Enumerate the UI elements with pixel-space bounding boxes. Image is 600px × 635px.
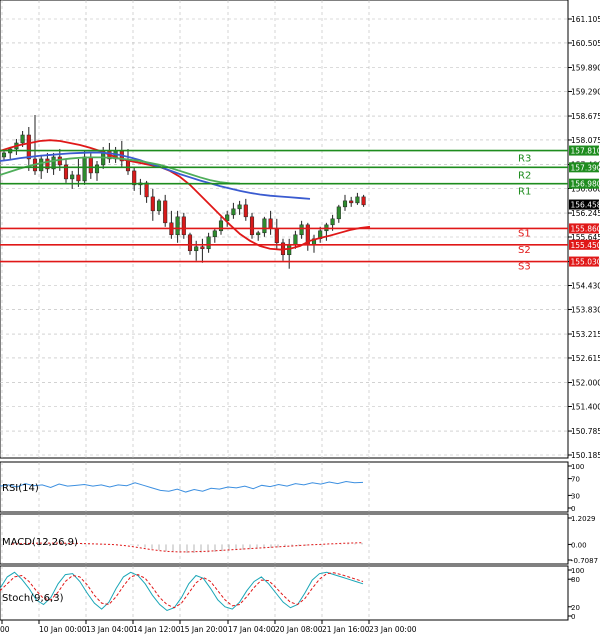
candle-up [212,230,217,238]
x-tick-label: 13 Jan 04:00 [86,625,134,634]
x-tick-label: 23 Jan 00:00 [369,625,417,634]
x-tick-label: 14 Jan 12:00 [133,625,181,634]
candle-up [299,224,304,236]
x-tick-label: 00 [0,625,10,634]
candle-up [194,246,199,252]
chart-root: 161.105 160.505 159.890 159.290 158.675 158.0… [0,0,600,635]
candle-up [20,134,25,144]
stoch-y-tick-label: 0 [571,613,575,621]
candle-down [243,204,248,218]
price-y-tick-label: 156.245 [571,209,600,218]
price-y-tick-label: 153.215 [571,330,600,339]
candle-down [88,156,93,174]
candle-up [206,236,211,250]
x-tick-label: 17 Jan 04:00 [228,625,276,634]
candle-down [361,196,366,206]
x-tick-label: 15 Jan 20:00 [180,625,228,634]
level-name-s3: S3 [518,262,531,273]
candle-up [156,200,162,212]
candle-down [249,216,255,236]
rsi-y-tick-label: 0 [571,505,575,513]
candle-up [231,208,236,216]
candle-up [355,196,360,204]
level-price-label-r2: 157.390 [571,163,600,172]
candle-down [200,246,205,250]
price-y-tick-label: 158.675 [571,112,600,121]
stoch-panel-frame [0,565,569,621]
stoch-y-tick-label: 100 [571,567,584,575]
price-y-tick-label: 160.505 [571,39,600,48]
candle-down [187,234,193,252]
level-price-label-s2: 155.450 [571,241,600,250]
candle-down [26,134,31,160]
candle-down [274,228,279,244]
rsi-y-tick-label: 70 [571,476,580,484]
macd-panel-frame [0,513,569,565]
candle-up [82,156,87,182]
level-name-s2: S2 [518,245,531,256]
level-name-s1: S1 [518,228,531,239]
stoch-label: Stoch(9,6,3) [2,593,64,604]
candle-up [336,206,341,220]
candle-up [1,152,7,158]
price-y-tick-label: 159.290 [571,87,600,96]
price-y-tick-label: 159.890 [571,64,600,73]
candle-down [349,200,354,204]
price-y-tick-label: 152.615 [571,354,600,363]
level-price-label-s1: 155.860 [571,224,600,233]
candle-up [39,158,44,172]
macd-y-tick-label: 1.2029 [571,515,596,523]
current-price-label: 156.458 [571,201,600,210]
level-name-r1: R1 [518,187,531,198]
stoch-y-tick-label: 80 [571,576,580,584]
level-name-r2: R2 [518,170,531,181]
rsi-label: RSI(14) [2,483,39,494]
price-y-tick-label: 153.830 [571,305,600,314]
candle-down [268,218,273,230]
price-y-tick-label: 151.400 [571,402,600,411]
rsi-y-tick-label: 30 [571,492,580,500]
candle-down [132,170,137,186]
candle-down [57,156,62,166]
x-tick-label: 10 Jan 00:00 [39,625,87,634]
candle-down [163,200,168,224]
candle-up [94,164,100,174]
candle-up [256,232,261,236]
rsi-panel-frame [0,461,569,513]
price-y-tick-label: 150.185 [571,451,600,460]
candle-up [175,216,180,236]
candle-up [342,200,348,208]
chart-svg: 161.105 160.505 159.890 159.290 158.675 158.0… [0,0,600,634]
candle-up [237,204,242,210]
candle-up [218,220,224,232]
candle-down [144,182,149,198]
level-price-label-r1: 156.980 [571,180,600,189]
price-y-tick-label: 154.430 [571,282,600,291]
candle-down [125,160,131,172]
level-name-r3: R3 [518,154,531,165]
stoch-y-tick-label: 20 [571,604,580,612]
candle-up [330,218,335,226]
candle-down [181,216,186,236]
x-tick-label: 21 Jan 16:00 [322,625,370,634]
rsi-y-tick-label: 100 [571,463,584,471]
candle-up [262,218,267,234]
candle-down [150,196,155,212]
level-price-label-s3: 155.030 [571,258,600,267]
price-y-tick-label: 150.785 [571,427,600,436]
x-tick-label: 20 Jan 08:00 [275,625,323,634]
level-price-label-r3: 157.810 [571,147,600,156]
price-y-tick-label: 152.000 [571,379,600,388]
macd-y-tick-label: -0.7087 [571,557,598,565]
candle-down [76,174,81,182]
candle-up [293,234,298,246]
candle-up [70,174,75,180]
price-y-tick-label: 161.105 [571,15,600,24]
price-y-tick-label: 158.075 [571,136,600,145]
macd-label: MACD(12,26,9) [2,537,78,548]
macd-y-tick-label: 0.00 [571,541,587,549]
